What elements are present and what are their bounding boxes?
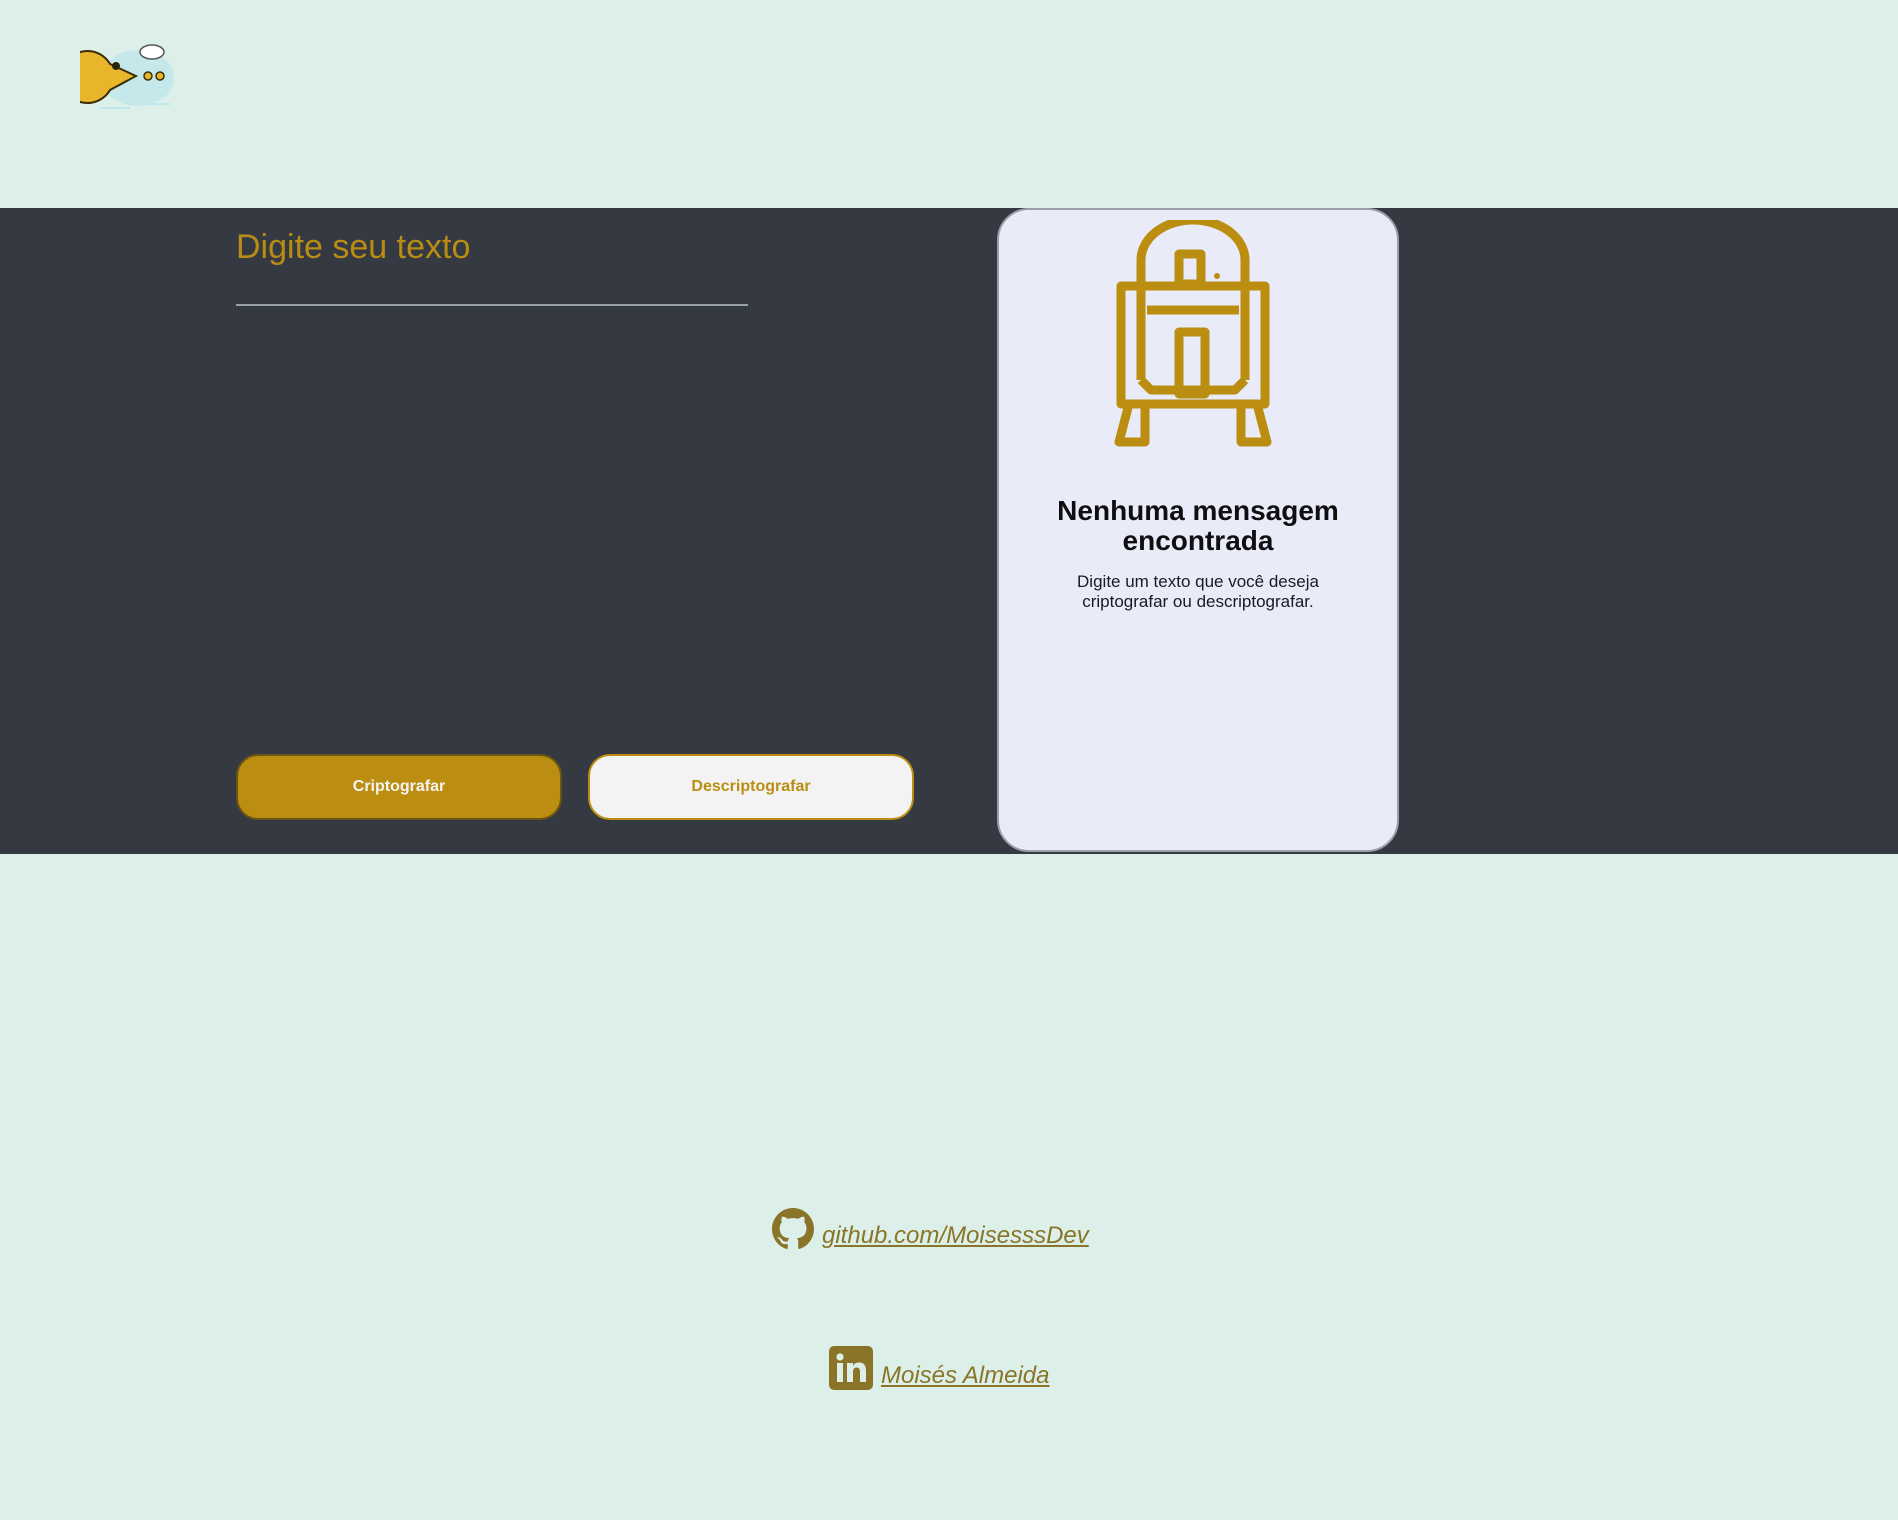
pacman-logo-icon[interactable] [80,38,180,114]
input-underline [236,304,748,306]
output-card: Nenhuma mensagem encontrada Digite um te… [997,208,1399,852]
github-link[interactable]: github.com/MoisesssDev [772,1208,1089,1250]
encrypter-section: Criptografar Descriptografar Nenhuma men… [0,208,1898,854]
github-link-label[interactable]: github.com/MoisesssDev [822,1222,1089,1250]
linkedin-link[interactable]: Moisés Almeida [829,1346,1050,1390]
linkedin-link-label[interactable]: Moisés Almeida [881,1362,1050,1390]
encrypt-button[interactable]: Criptografar [236,754,562,820]
decrypt-button[interactable]: Descriptografar [588,754,914,820]
text-input[interactable] [236,228,748,628]
robot-icon [1114,220,1272,447]
output-description: Digite um texto que você deseja criptogr… [1077,572,1319,611]
page-header [0,0,1898,208]
output-title: Nenhuma mensagem encontrada [1057,495,1339,556]
linkedin-icon [829,1346,873,1390]
github-icon [772,1208,814,1249]
